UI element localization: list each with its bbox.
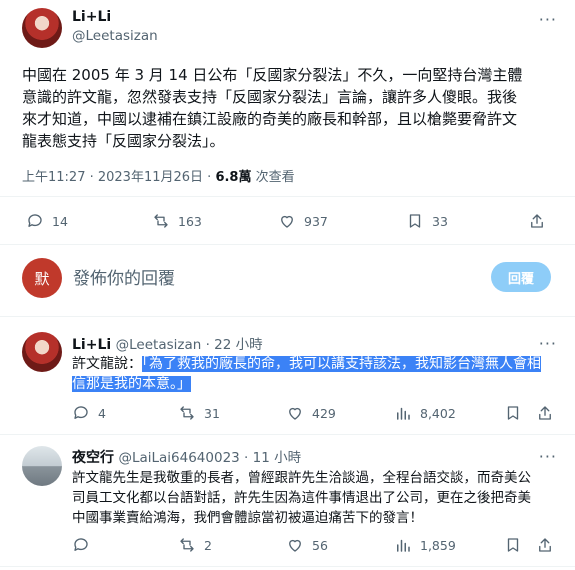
views-count: 1,859: [420, 537, 456, 553]
like-icon: [289, 539, 301, 552]
reply-icon: [74, 406, 88, 419]
more-icon[interactable]: ···: [539, 447, 557, 466]
tweet-body-line: 中國在 2005 年 3 月 14 日公布「反國家分裂法」不久，一向堅持台灣主體: [22, 66, 523, 84]
repost-button[interactable]: 163: [152, 212, 202, 230]
repost-count: 31: [204, 405, 220, 421]
views-label: 次查看: [251, 170, 295, 185]
repost-count: 163: [178, 213, 202, 229]
views-button[interactable]: 1,859: [394, 536, 456, 554]
composer-avatar-char: 默: [34, 269, 50, 288]
repost-button[interactable]: 31: [178, 404, 220, 422]
bookmark-icon: [409, 214, 421, 228]
bookmark-count: 33: [432, 213, 448, 229]
share-icon: [531, 214, 543, 228]
reply-handle[interactable]: @LaiLai64640023: [118, 450, 239, 466]
reply-count: 14: [52, 213, 68, 229]
reply-time[interactable]: · 11 小時: [240, 450, 301, 466]
reply-body: 許文龍先生是我敬重的長者，曾經跟許先生洽談過，全程台語交談，而奇美公 司員工文化…: [72, 468, 531, 528]
reply-icon: [74, 538, 88, 551]
tweet-timestamp[interactable]: 上午11:27 · 2023年11月26日 ·: [22, 170, 215, 185]
reply-header: 夜空行 @LaiLai64640023 · 11 小時: [72, 446, 301, 467]
views-count: 8,402: [420, 405, 456, 421]
reply-body-line: 許文龍先生是我敬重的長者，曾經跟許先生洽談過，全程台語交談，而奇美公: [72, 470, 531, 486]
views-icon: [397, 407, 410, 420]
reply-input[interactable]: 發佈你的回覆: [73, 264, 175, 289]
reply-body-line: 信那是我的本意。」: [72, 374, 541, 394]
repost-count: 2: [204, 537, 212, 553]
tweet-body: 中國在 2005 年 3 月 14 日公布「反國家分裂法」不久，一向堅持台灣主體…: [22, 64, 522, 152]
reply-time[interactable]: · 22 小時: [201, 337, 263, 353]
reply-count: 4: [98, 405, 106, 421]
reply-display-name[interactable]: Li+Li: [72, 337, 111, 353]
reply-header: Li+Li @Leetasizan · 22 小時: [72, 333, 263, 353]
like-count: 429: [312, 405, 336, 421]
reply-submit-button[interactable]: 回覆: [491, 262, 551, 292]
bookmark-icon: [507, 406, 519, 420]
highlighted-text: 信那是我的本意。」: [72, 376, 191, 392]
reply-button[interactable]: [72, 536, 90, 554]
bookmark-icon: [507, 538, 519, 552]
tweet-body-line: 來才知道，中國以逮補在鎮江設廠的奇美的廠長和幹部，且以槍斃要脅許文: [22, 110, 518, 128]
like-button[interactable]: 429: [286, 404, 336, 422]
like-icon: [289, 407, 301, 420]
like-icon: [281, 215, 293, 228]
reply-body-line: 中國事業賣給鴻海，我們會體諒當初被逼迫痛苦下的發言！: [72, 510, 423, 526]
share-button[interactable]: [536, 536, 554, 554]
tweet-meta: 上午11:27 · 2023年11月26日 · 6.8萬 次查看: [22, 166, 295, 185]
reply-body: 許文龍說：「為了救我的廠長的命，我可以講支持該法，我知影台灣無人會相 信那是我的…: [72, 354, 541, 394]
bookmark-button[interactable]: [504, 536, 522, 554]
reply-button[interactable]: 4: [72, 404, 106, 422]
views-button[interactable]: 8,402: [394, 404, 456, 422]
share-icon: [539, 538, 551, 552]
reply-button[interactable]: 14: [26, 212, 68, 230]
share-button[interactable]: [528, 212, 546, 230]
views-icon: [397, 539, 410, 552]
reply-avatar[interactable]: [22, 332, 62, 372]
reply-display-name[interactable]: 夜空行: [72, 450, 114, 466]
like-count: 56: [312, 537, 328, 553]
bookmark-button[interactable]: 33: [406, 212, 448, 230]
reply-body-line: 司員工文化都以台語對話，許先生因為這件事情退出了公司，更在之後把奇美: [72, 490, 531, 506]
repost-icon: [180, 406, 194, 420]
reply-handle[interactable]: @Leetasizan: [116, 337, 202, 353]
repost-icon: [180, 538, 194, 552]
share-button[interactable]: [536, 404, 554, 422]
like-button[interactable]: 937: [278, 212, 328, 230]
more-icon[interactable]: ···: [539, 334, 557, 353]
like-count: 937: [304, 213, 328, 229]
like-button[interactable]: 56: [286, 536, 328, 554]
reply-avatar[interactable]: [22, 446, 62, 486]
more-icon[interactable]: ···: [539, 10, 557, 29]
reply-body-prefix: 許文龍說：: [72, 356, 142, 372]
reply-icon: [28, 214, 42, 227]
views-count: 6.8萬: [215, 170, 252, 185]
author-avatar[interactable]: [22, 8, 62, 48]
tweet-body-line: 意識的許文龍，忽然發表支持「反國家分裂法」言論，讓許多人傻眼。我後: [22, 88, 518, 106]
author-handle[interactable]: @Leetasizan: [72, 28, 158, 44]
share-icon: [539, 406, 551, 420]
composer-avatar[interactable]: 默: [22, 258, 62, 298]
bookmark-button[interactable]: [504, 404, 522, 422]
highlighted-text: 「為了救我的廠長的命，我可以講支持該法，我知影台灣無人會相: [142, 356, 541, 372]
reply-body-line: 許文龍說：「為了救我的廠長的命，我可以講支持該法，我知影台灣無人會相: [72, 354, 541, 374]
repost-icon: [154, 214, 168, 228]
author-display-name[interactable]: Li+Li: [72, 9, 111, 25]
tweet-body-line: 龍表態支持「反國家分裂法」。: [22, 132, 225, 150]
repost-button[interactable]: 2: [178, 536, 212, 554]
